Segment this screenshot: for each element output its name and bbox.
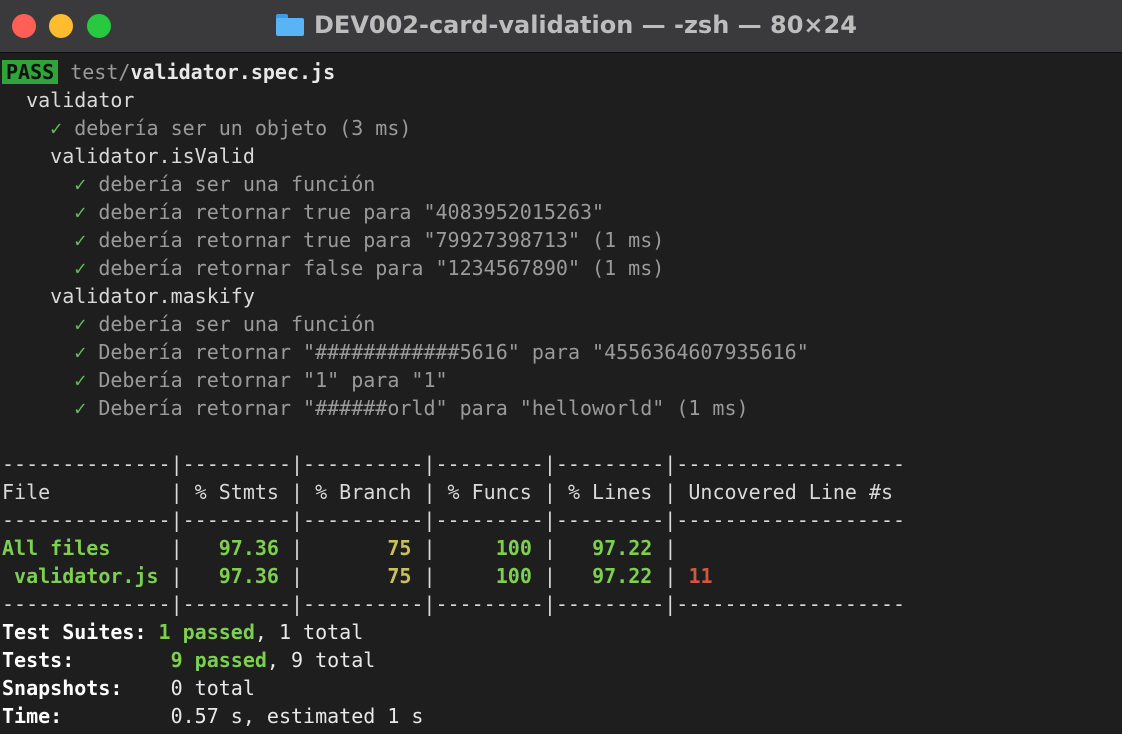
col-header-stmts: % Stmts	[194, 480, 279, 504]
coverage-file: validator.js	[2, 564, 159, 588]
folder-icon	[276, 14, 304, 36]
summary-suites-passed: 1 passed	[158, 620, 255, 644]
summary-snapshots: Snapshots: 0 total	[2, 674, 1122, 702]
pass-badge: PASS	[2, 60, 59, 84]
test-result: ✓ debería ser un objeto (3 ms)	[2, 114, 1122, 142]
check-icon: ✓	[74, 200, 87, 224]
col-header-lines: % Lines	[567, 480, 653, 504]
check-icon: ✓	[74, 340, 87, 364]
test-name: Debería retornar "############5616" para…	[98, 340, 809, 364]
test-file-dir: test/	[70, 60, 131, 84]
window-title: DEV002-card-validation — -zsh — 80×24	[276, 10, 857, 40]
coverage-separator: --------------|---------|----------|----…	[2, 592, 906, 616]
check-icon: ✓	[74, 396, 87, 420]
coverage-row: All files | 97.36 | 75 | 100 | 97.22 |	[2, 536, 689, 560]
check-icon: ✓	[50, 116, 63, 140]
summary-time-value: 0.57 s, estimated 1 s	[170, 704, 424, 728]
col-header-uncovered: Uncovered Line #s	[688, 480, 894, 504]
check-icon: ✓	[74, 228, 87, 252]
coverage-funcs: 100	[495, 564, 532, 588]
coverage-lines: 97.22	[592, 564, 653, 588]
test-name: Debería retornar "######orld" para "hell…	[98, 396, 749, 420]
test-name: Debería retornar "1" para "1"	[98, 368, 448, 392]
group-name-text: validator.isValid	[50, 144, 255, 168]
coverage-stmts: 97.36	[218, 564, 279, 588]
window-title-text: DEV002-card-validation — -zsh — 80×24	[314, 11, 857, 39]
summary-snapshots-label: Snapshots:	[2, 676, 123, 700]
coverage-branch: 75	[387, 536, 412, 560]
close-button[interactable]	[12, 14, 36, 38]
test-result: ✓ debería ser una función	[2, 170, 1122, 198]
check-icon: ✓	[74, 172, 87, 196]
group-name: validator.isValid	[2, 142, 1122, 170]
coverage-uncovered: 11	[688, 564, 713, 588]
coverage-lines: 97.22	[592, 536, 653, 560]
summary-tests-passed: 9 passed	[170, 648, 267, 672]
test-result: ✓ debería retornar true para "7992739871…	[2, 226, 1122, 254]
summary-suites-label: Test Suites:	[2, 620, 147, 644]
coverage-file: All files	[2, 536, 111, 560]
summary-snapshots-value: 0 total	[170, 676, 255, 700]
col-header-branch: % Branch	[315, 480, 412, 504]
coverage-branch: 75	[387, 564, 412, 588]
summary-suites-rest: , 1 total	[254, 620, 364, 644]
suite-name-text: validator	[26, 88, 135, 112]
group-name-text: validator.maskify	[50, 284, 255, 308]
test-result: ✓ debería retornar true para "4083952015…	[2, 198, 1122, 226]
test-result: ✓ Debería retornar "############5616" pa…	[2, 338, 1122, 366]
zoom-button[interactable]	[87, 14, 111, 38]
test-file-name: validator.spec.js	[130, 60, 336, 84]
summary-time-label: Time:	[2, 704, 63, 728]
title-bar[interactable]: DEV002-card-validation — -zsh — 80×24	[0, 0, 1122, 53]
test-name: debería ser una función	[98, 172, 376, 196]
coverage-funcs: 100	[495, 536, 532, 560]
minimize-button[interactable]	[49, 14, 73, 38]
test-result: ✓ Debería retornar "######orld" para "he…	[2, 394, 1122, 422]
summary-time: Time: 0.57 s, estimated 1 s	[2, 702, 1122, 730]
summary-tests: Tests: 9 passed, 9 total	[2, 646, 1122, 674]
coverage-separator: --------------|---------|----------|----…	[2, 452, 906, 476]
check-icon: ✓	[74, 256, 87, 280]
terminal-window: DEV002-card-validation — -zsh — 80×24 PA…	[0, 0, 1122, 734]
col-header-funcs: % Funcs	[447, 480, 532, 504]
summary-tests-label: Tests:	[2, 648, 75, 672]
coverage-row: validator.js | 97.36 | 75 | 100 | 97.22 …	[2, 564, 713, 588]
test-name: debería ser un objeto (3 ms)	[74, 116, 412, 140]
summary-suites: Test Suites: 1 passed, 1 total	[2, 618, 1122, 646]
check-icon: ✓	[74, 368, 87, 392]
test-result: ✓ debería ser una función	[2, 310, 1122, 338]
group-name: validator.maskify	[2, 282, 1122, 310]
coverage-separator: --------------|---------|----------|----…	[2, 508, 906, 532]
coverage-stmts: 97.36	[218, 536, 279, 560]
col-header-file: File	[2, 480, 51, 504]
coverage-header-row: File | % Stmts | % Branch | % Funcs | % …	[2, 480, 894, 504]
check-icon: ✓	[74, 312, 87, 336]
suite-name: validator	[2, 86, 1122, 114]
test-file-result: PASS test/validator.spec.js	[2, 58, 1122, 86]
summary-tests-rest: , 9 total	[266, 648, 376, 672]
test-result: ✓ Debería retornar "1" para "1"	[2, 366, 1122, 394]
test-name: debería retornar false para "1234567890"…	[98, 256, 665, 280]
terminal-output[interactable]: PASS test/validator.spec.js validator ✓ …	[2, 58, 1122, 730]
test-name: debería retornar true para "79927398713"…	[98, 228, 665, 252]
test-name: debería retornar true para "408395201526…	[98, 200, 605, 224]
test-name: debería ser una función	[98, 312, 376, 336]
test-result: ✓ debería retornar false para "123456789…	[2, 254, 1122, 282]
